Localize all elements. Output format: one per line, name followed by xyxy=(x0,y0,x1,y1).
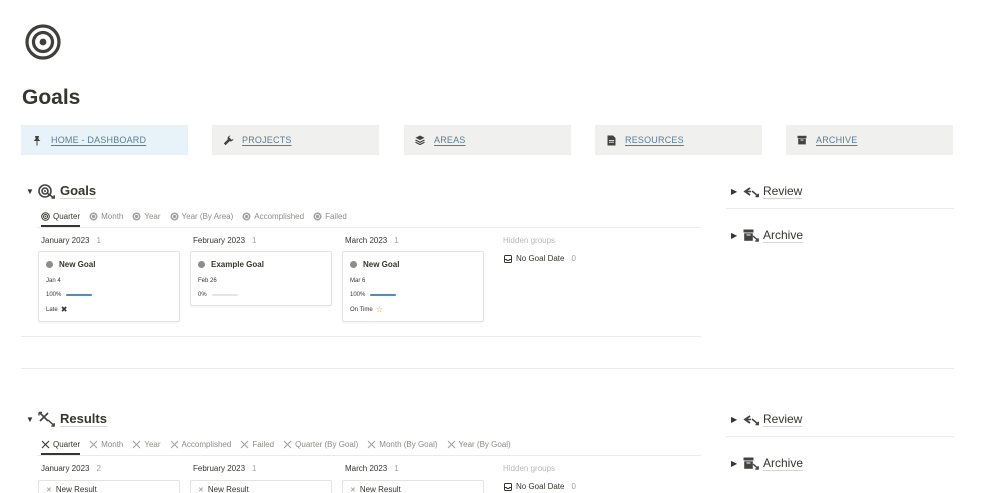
document-icon xyxy=(605,134,617,146)
results-review-toggle[interactable]: ▶ Review xyxy=(731,412,803,427)
toggle-triangle-icon[interactable]: ▶ xyxy=(731,415,743,424)
goal-card[interactable]: Example Goal Feb 26 0% xyxy=(190,251,332,306)
results-arrows-icon xyxy=(38,411,56,427)
toggle-triangle-icon[interactable]: ▶ xyxy=(731,459,743,468)
results-section-title: Results xyxy=(60,411,107,427)
hidden-groups-label: Hidden groups xyxy=(503,236,556,245)
tab-quarter-by-goal[interactable]: Quarter (By Goal) xyxy=(283,435,358,453)
tab-month[interactable]: Month xyxy=(89,435,123,453)
tabs-divider xyxy=(37,227,701,228)
archive-icon xyxy=(743,229,759,243)
goals-review-toggle[interactable]: ▶ Review xyxy=(731,184,803,199)
nav-bar: HOME - DASHBOARD PROJECTS AREAS RESOURCE… xyxy=(21,125,954,155)
archive-icon xyxy=(743,457,759,471)
progress-bar xyxy=(66,294,93,296)
tab-year-by-goal[interactable]: Year (By Goal) xyxy=(447,435,511,453)
goals-board-divider xyxy=(21,336,701,337)
status-dot-icon xyxy=(350,260,357,268)
section-divider xyxy=(21,368,954,369)
result-card[interactable]: ✕ New Result xyxy=(190,480,332,493)
crossed-arrows-icon: ✕ xyxy=(198,486,204,493)
crossed-arrows-icon xyxy=(367,440,376,449)
review-arrows-icon xyxy=(743,413,759,427)
goals-archive-toggle[interactable]: ▶ Archive xyxy=(731,228,804,243)
tab-failed[interactable]: Failed xyxy=(313,207,347,225)
group-march-2023[interactable]: March 2023 1 xyxy=(345,236,399,245)
nav-archive[interactable]: ARCHIVE xyxy=(786,125,953,155)
review-divider xyxy=(726,208,954,209)
inbox-icon xyxy=(504,482,512,491)
inbox-icon xyxy=(504,254,512,263)
target-icon xyxy=(41,211,50,221)
group-no-goal-date[interactable]: No Goal Date 0 xyxy=(504,254,576,263)
crossed-arrows-icon xyxy=(170,440,179,449)
toggle-triangle-icon[interactable]: ▼ xyxy=(26,187,38,196)
group-january-2023[interactable]: January 2023 1 xyxy=(41,236,101,245)
review-divider xyxy=(726,436,954,437)
tab-year[interactable]: Year xyxy=(132,435,161,453)
target-icon xyxy=(89,212,98,221)
review-arrows-icon xyxy=(743,185,759,199)
goals-section-header[interactable]: ▼ Goals xyxy=(26,183,97,199)
tab-failed[interactable]: Failed xyxy=(240,435,274,453)
result-card[interactable]: ✕ New Result xyxy=(38,480,180,493)
group-january-2023[interactable]: January 2023 2 xyxy=(41,464,101,473)
tab-quarter[interactable]: Quarter xyxy=(41,207,81,227)
results-view-tabs: Quarter Month Year Accomplished Failed Q… xyxy=(41,435,520,455)
toggle-triangle-icon[interactable]: ▼ xyxy=(26,415,38,424)
target-icon xyxy=(313,212,322,221)
status-dot-icon xyxy=(198,260,205,268)
tab-quarter[interactable]: Quarter xyxy=(41,435,81,455)
cross-swords-icon: ✖ xyxy=(60,305,68,314)
progress-bar xyxy=(370,294,397,296)
tab-accomplished[interactable]: Accomplished xyxy=(242,207,304,225)
crossed-arrows-icon xyxy=(240,440,249,449)
target-icon xyxy=(170,212,179,221)
star-icon: ☆ xyxy=(375,305,383,314)
crossed-arrows-icon xyxy=(447,440,456,449)
nav-areas[interactable]: AREAS xyxy=(404,125,571,155)
target-icon xyxy=(132,212,141,221)
nav-resources[interactable]: RESOURCES xyxy=(595,125,762,155)
toggle-triangle-icon[interactable]: ▶ xyxy=(731,187,743,196)
archive-box-icon xyxy=(796,134,808,146)
pin-icon xyxy=(31,134,43,146)
goal-card[interactable]: New Goal Mar 6 100% On Time ☆ xyxy=(342,251,484,322)
crossed-arrows-icon: ✕ xyxy=(350,486,356,493)
tab-year[interactable]: Year xyxy=(132,207,161,225)
goals-section-title: Goals xyxy=(60,183,97,199)
toggle-triangle-icon[interactable]: ▶ xyxy=(731,231,743,240)
hidden-groups-label: Hidden groups xyxy=(503,464,556,473)
group-march-2023[interactable]: March 2023 1 xyxy=(345,464,399,473)
group-february-2023[interactable]: February 2023 1 xyxy=(193,236,256,245)
tab-year-by-area[interactable]: Year (By Area) xyxy=(170,207,233,225)
results-section-header[interactable]: ▼ Results xyxy=(26,411,107,427)
crossed-arrows-icon xyxy=(89,440,98,449)
progress-bar xyxy=(211,294,238,296)
layers-icon xyxy=(414,134,426,146)
tabs-divider xyxy=(37,455,701,456)
status-dot-icon xyxy=(46,260,53,268)
crossed-arrows-icon xyxy=(41,440,50,449)
page-title: Goals xyxy=(22,86,81,109)
goal-card[interactable]: New Goal Jan 4 100% Late ✖ xyxy=(38,251,180,322)
crossed-arrows-icon: ✕ xyxy=(46,486,52,493)
tab-month[interactable]: Month xyxy=(89,207,123,225)
goal-target-arrow-icon xyxy=(38,183,56,199)
group-february-2023[interactable]: February 2023 1 xyxy=(193,464,256,473)
target-icon xyxy=(242,212,251,221)
nav-projects[interactable]: PROJECTS xyxy=(212,125,379,155)
target-icon[interactable] xyxy=(25,24,61,60)
group-no-goal-date[interactable]: No Goal Date 0 xyxy=(504,482,576,491)
crossed-arrows-icon xyxy=(132,440,141,449)
nav-home-dashboard[interactable]: HOME - DASHBOARD xyxy=(21,125,188,155)
results-archive-toggle[interactable]: ▶ Archive xyxy=(731,456,804,471)
goals-view-tabs: Quarter Month Year Year (By Area) Accomp… xyxy=(41,207,356,227)
result-card[interactable]: ✕ New Result xyxy=(342,480,484,493)
crossed-arrows-icon xyxy=(283,440,292,449)
tab-month-by-goal[interactable]: Month (By Goal) xyxy=(367,435,438,453)
tab-accomplished[interactable]: Accomplished xyxy=(170,435,231,453)
wrench-icon xyxy=(222,134,234,146)
